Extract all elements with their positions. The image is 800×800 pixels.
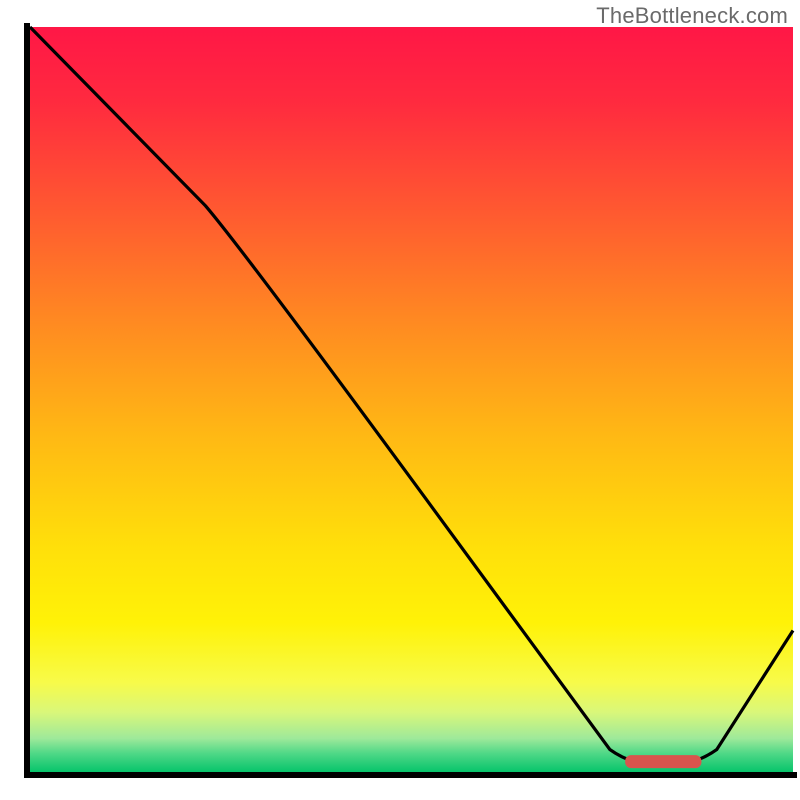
- watermark-text: TheBottleneck.com: [596, 3, 788, 29]
- bottleneck-chart: [0, 0, 800, 800]
- optimal-range-marker: [625, 755, 701, 768]
- gradient-background: [30, 27, 793, 772]
- chart-container: TheBottleneck.com: [0, 0, 800, 800]
